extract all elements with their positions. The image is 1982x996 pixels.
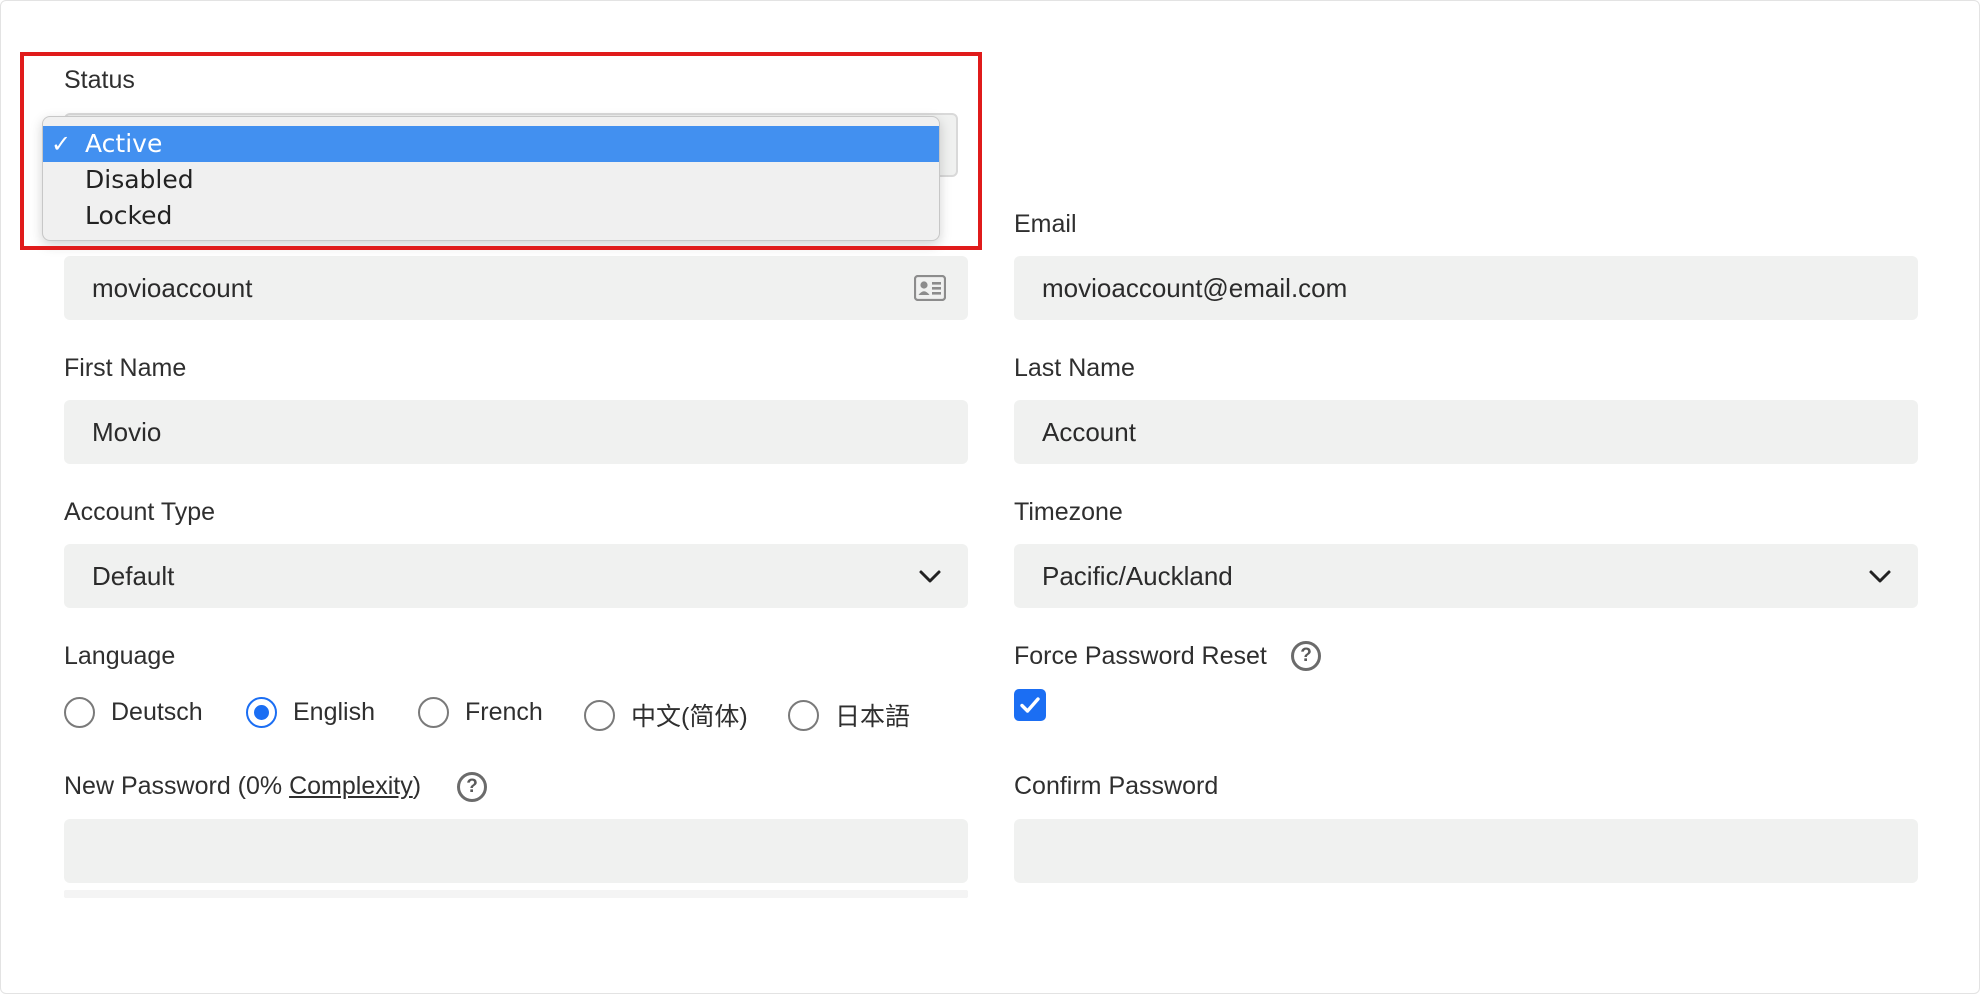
help-icon[interactable]: ? — [1291, 641, 1321, 671]
new-password-label-prefix: New Password (0% — [64, 772, 290, 800]
email-label: Email — [1014, 210, 1077, 238]
radio-label: 日本語 — [835, 703, 911, 731]
chevron-down-icon — [1869, 570, 1891, 583]
help-icon[interactable]: ? — [457, 772, 487, 802]
confirm-password-label: Confirm Password — [1014, 772, 1219, 800]
last-name-input[interactable]: Account — [1014, 400, 1918, 464]
last-name-label: Last Name — [1014, 354, 1135, 382]
new-password-input[interactable] — [64, 819, 968, 883]
username-value: movioaccount — [92, 272, 253, 303]
new-password-label: New Password (0% Complexity) — [64, 771, 421, 801]
radio-button[interactable] — [584, 699, 615, 731]
radio-button[interactable] — [418, 697, 449, 728]
language-option-english[interactable]: English — [246, 697, 375, 728]
chevron-down-icon — [919, 570, 941, 583]
checkmark-icon — [1020, 697, 1040, 713]
highlight-annotation — [20, 52, 982, 250]
radio-label: Deutsch — [111, 698, 203, 726]
language-option-chinese[interactable]: 中文(简体) — [584, 697, 748, 733]
radio-button[interactable] — [246, 697, 277, 728]
radio-button[interactable] — [788, 699, 819, 731]
radio-button[interactable] — [64, 697, 95, 728]
confirm-password-input[interactable] — [1014, 819, 1918, 883]
email-input[interactable]: movioaccount@email.com — [1014, 256, 1918, 320]
last-name-value: Account — [1042, 416, 1136, 447]
language-option-french[interactable]: French — [418, 697, 543, 728]
help-glyph: ? — [1300, 645, 1312, 666]
radio-label: French — [465, 698, 543, 726]
password-strength-bar — [64, 890, 968, 898]
timezone-label: Timezone — [1014, 498, 1123, 526]
account-type-label: Account Type — [64, 498, 216, 526]
complexity-link[interactable]: Complexity — [289, 772, 413, 800]
first-name-value: Movio — [92, 416, 162, 447]
email-value: movioaccount@email.com — [1042, 272, 1348, 303]
account-type-value: Default — [92, 560, 175, 591]
account-type-select[interactable]: Default — [64, 544, 968, 608]
help-glyph: ? — [466, 776, 478, 797]
contact-card-icon[interactable] — [914, 275, 946, 301]
radio-label: English — [293, 698, 375, 726]
force-password-reset-checkbox[interactable] — [1014, 689, 1046, 721]
radio-label: 中文(简体) — [631, 703, 748, 731]
username-input[interactable]: movioaccount — [64, 256, 968, 320]
first-name-input[interactable]: Movio — [64, 400, 968, 464]
language-label: Language — [64, 642, 176, 670]
timezone-select[interactable]: Pacific/Auckland — [1014, 544, 1918, 608]
timezone-value: Pacific/Auckland — [1042, 560, 1233, 591]
language-option-deutsch[interactable]: Deutsch — [64, 697, 203, 728]
language-option-japanese[interactable]: 日本語 — [788, 697, 910, 733]
force-password-reset-label: Force Password Reset — [1014, 642, 1267, 670]
first-name-label: First Name — [64, 354, 187, 382]
new-password-label-suffix: ) — [412, 772, 422, 800]
